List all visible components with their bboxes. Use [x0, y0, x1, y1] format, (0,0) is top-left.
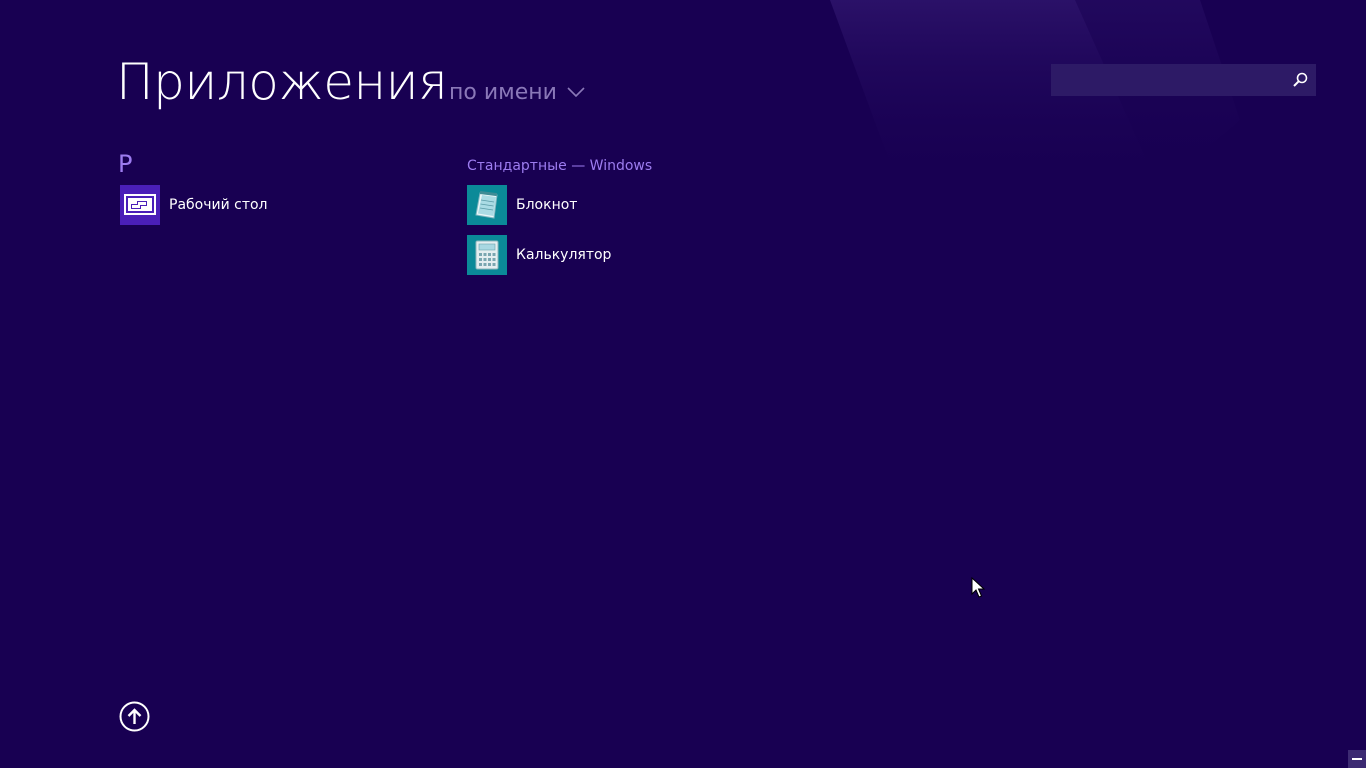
- app-label-calculator: Калькулятор: [516, 247, 612, 263]
- sort-dropdown[interactable]: по имени: [449, 76, 585, 108]
- search-input[interactable]: [1051, 64, 1281, 96]
- desktop-icon: [124, 194, 156, 215]
- page-title: Приложения: [116, 53, 448, 111]
- back-to-start-button[interactable]: [119, 701, 150, 732]
- search-icon: [1293, 72, 1308, 87]
- sort-label: по имени: [449, 79, 557, 105]
- app-label-desktop: Рабочий стол: [169, 197, 268, 213]
- app-label-notepad: Блокнот: [516, 197, 578, 213]
- notepad-tile: [467, 185, 507, 225]
- app-item-desktop[interactable]: Рабочий стол: [120, 185, 268, 225]
- background-light-rays: [830, 0, 1240, 190]
- calculator-icon: [475, 240, 499, 270]
- search-button[interactable]: [1284, 64, 1316, 96]
- notepad-icon: [475, 191, 498, 219]
- chevron-down-icon: [567, 87, 585, 97]
- zoom-out-button[interactable]: [1348, 750, 1366, 768]
- group-header-accessories[interactable]: Стандартные — Windows: [467, 158, 652, 174]
- group-header-r[interactable]: Р: [118, 150, 132, 178]
- arrow-up-circle-icon: [119, 701, 150, 732]
- minus-icon: [1352, 758, 1362, 760]
- app-item-calculator[interactable]: Калькулятор: [467, 235, 611, 275]
- mouse-cursor-icon: [971, 577, 985, 598]
- desktop-tile: [120, 185, 160, 225]
- search-box: [1051, 64, 1316, 96]
- calculator-tile: [467, 235, 507, 275]
- app-item-notepad[interactable]: Блокнот: [467, 185, 577, 225]
